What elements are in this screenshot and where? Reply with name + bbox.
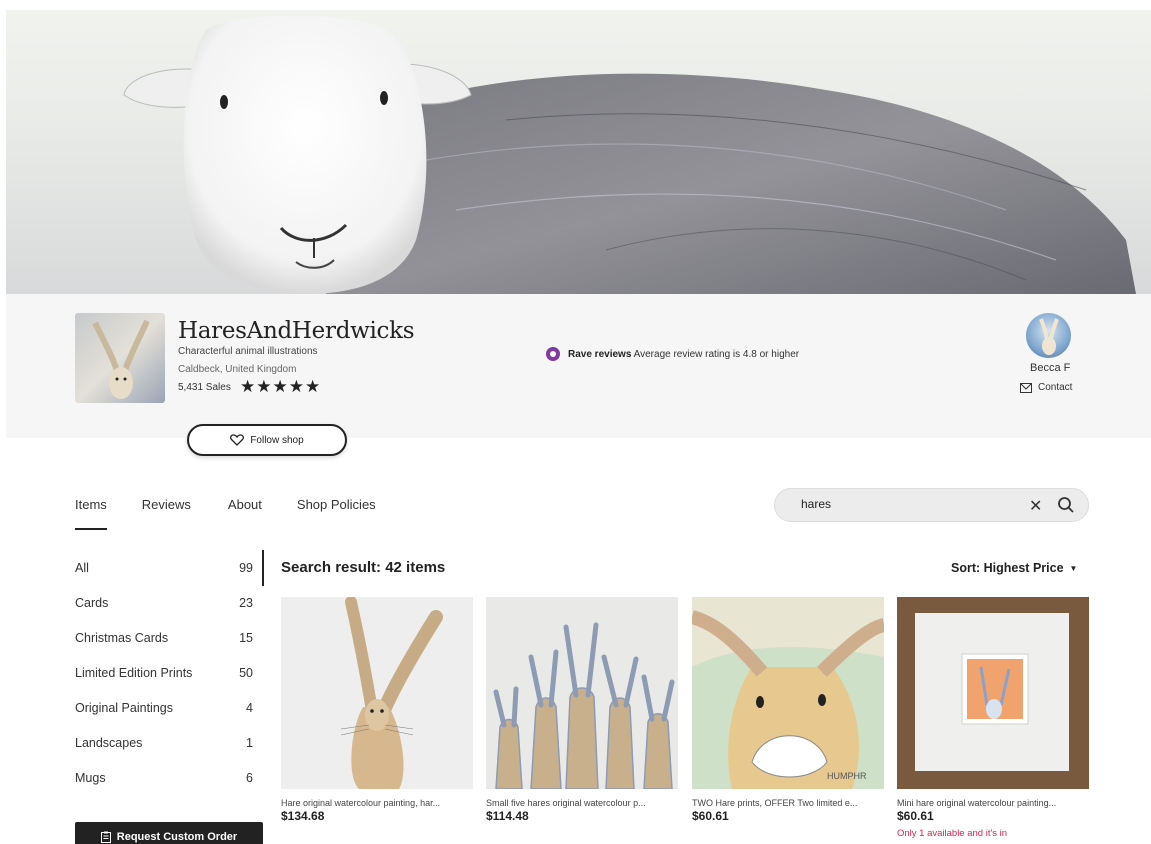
listing-price: $60.61 [897, 809, 934, 823]
owner-name: Becca F [1030, 362, 1071, 374]
follow-shop-label: Follow shop [250, 434, 304, 446]
shop-tagline: Characterful animal illustrations [178, 346, 318, 357]
listing-card[interactable]: Mini hare original watercolour painting.… [897, 597, 1089, 844]
category-count: 99 [239, 560, 253, 575]
category-mugs[interactable]: Mugs 6 [75, 760, 263, 795]
listing-price: $60.61 [692, 809, 729, 823]
shop-search-bar: ✕ [774, 488, 1089, 522]
listing-title[interactable]: Hare original watercolour painting, har.… [281, 798, 471, 808]
stock-notice: Only 1 available and it's in [897, 828, 1008, 839]
category-label: Mugs [75, 770, 106, 785]
category-original-paintings[interactable]: Original Paintings 4 [75, 690, 263, 725]
tab-shop-policies[interactable]: Shop Policies [297, 497, 376, 530]
category-count: 4 [246, 700, 253, 715]
follow-shop-button[interactable]: Follow shop [187, 424, 347, 456]
request-custom-order-button[interactable]: Request Custom Order [75, 822, 263, 844]
listing-title[interactable]: Small five hares original watercolour p.… [486, 798, 676, 808]
tab-reviews[interactable]: Reviews [142, 497, 191, 530]
artist-signature: HUMPHR [827, 771, 867, 781]
listing-price: $134.68 [281, 809, 325, 823]
category-christmas-cards[interactable]: Christmas Cards 15 [75, 620, 263, 655]
rave-reviews-label: Rave reviews [568, 348, 632, 360]
listing-image[interactable] [486, 597, 678, 789]
shop-location: Caldbeck, United Kingdom [178, 364, 297, 375]
contact-link[interactable]: Contact [1020, 382, 1072, 393]
clipboard-icon [100, 831, 111, 843]
category-count: 1 [246, 735, 253, 750]
category-landscapes[interactable]: Landscapes 1 [75, 725, 263, 760]
owner-avatar[interactable] [1026, 313, 1071, 358]
rave-badge-icon [546, 347, 560, 361]
mail-icon [1020, 382, 1032, 393]
category-label: Christmas Cards [75, 630, 169, 645]
heart-icon [230, 434, 245, 446]
request-custom-order-label: Request Custom Order [116, 831, 238, 843]
tab-about[interactable]: About [228, 497, 262, 530]
listing-card[interactable]: Small five hares original watercolour p.… [486, 597, 678, 823]
caret-down-icon: ▼ [1069, 564, 1078, 574]
sort-dropdown[interactable]: Sort: Highest Price ▼ [951, 561, 1077, 575]
listing-title[interactable]: Mini hare original watercolour painting.… [897, 798, 1087, 808]
search-result-title: Search result: 42 items [281, 559, 446, 576]
category-count: 6 [246, 770, 253, 785]
shop-banner [6, 10, 1151, 294]
search-icon[interactable] [1057, 496, 1075, 514]
listing-card[interactable]: Hare original watercolour painting, har.… [281, 597, 473, 823]
rave-reviews-badge: Rave reviews Average review rating is 4.… [546, 347, 799, 361]
shop-rating-stars[interactable]: ★★★★★ [240, 377, 321, 397]
category-label: Cards [75, 595, 109, 610]
category-label: Original Paintings [75, 700, 173, 715]
listing-price: $114.48 [486, 809, 529, 823]
listing-image[interactable] [897, 597, 1089, 789]
shop-logo[interactable] [75, 313, 165, 403]
category-label: Landscapes [75, 735, 143, 750]
search-input[interactable] [801, 497, 1021, 511]
sort-label: Sort: Highest Price [951, 561, 1064, 575]
listing-image[interactable]: HUMPHR [692, 597, 884, 789]
category-limited-edition-prints[interactable]: Limited Edition Prints 50 [75, 655, 263, 690]
shop-name: HaresAndHerdwicks [178, 318, 415, 344]
category-count: 23 [239, 595, 253, 610]
rave-reviews-text: Average review rating is 4.8 or higher [633, 348, 800, 360]
listing-image[interactable] [281, 597, 473, 789]
tab-items[interactable]: Items [75, 497, 107, 530]
category-label: Limited Edition Prints [75, 665, 193, 680]
contact-label: Contact [1038, 382, 1073, 393]
listing-card[interactable]: HUMPHR TWO Hare prints, OFFER Two limite… [692, 597, 884, 823]
category-count: 50 [239, 665, 253, 680]
shop-sales-count: 5,431 Sales [178, 382, 231, 393]
category-count: 15 [239, 630, 253, 645]
shop-tabs: Items Reviews About Shop Policies [75, 497, 411, 530]
category-all[interactable]: All 99 [75, 550, 263, 585]
category-label: All [75, 560, 89, 575]
category-cards[interactable]: Cards 23 [75, 585, 263, 620]
selected-category-indicator [262, 550, 264, 586]
category-sidebar: All 99 Cards 23 Christmas Cards 15 Limit… [75, 550, 263, 795]
listing-title[interactable]: TWO Hare prints, OFFER Two limited e... [692, 798, 882, 808]
close-icon[interactable]: ✕ [1029, 496, 1042, 516]
